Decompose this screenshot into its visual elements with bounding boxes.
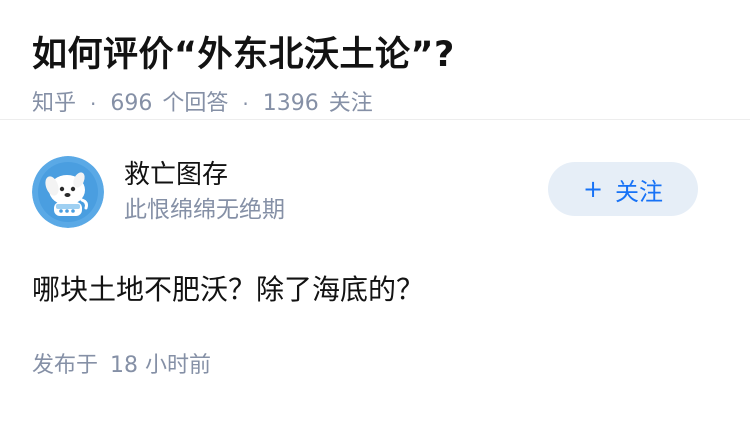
published-label: 发布于 — [32, 353, 99, 378]
answer-card: 救亡图存 此恨绵绵无绝期 + 关注 哪块土地不肥沃？除了海底的？ 发布于 18 小… — [0, 120, 750, 382]
plus-icon: + — [582, 175, 604, 203]
question-header: 如何评价“外东北沃土论”? 知乎 · 696 个回答 · 1396 关注 — [0, 0, 750, 120]
follow-button[interactable]: + 关注 — [548, 162, 698, 216]
dog-mascot-avatar-icon — [32, 156, 104, 228]
author-bio: 此恨绵绵无绝期 — [124, 197, 285, 223]
published-time: 18 小时前 — [110, 353, 212, 378]
page: 如何评价“外东北沃土论”? 知乎 · 696 个回答 · 1396 关注 救亡图… — [0, 0, 750, 438]
answer-published-time: 发布于 18 小时前 — [32, 350, 718, 382]
answer-count-label: 个回答 — [162, 91, 229, 116]
author-info: 救亡图存 此恨绵绵无绝期 — [124, 157, 285, 227]
follower-count-label: 关注 — [328, 91, 373, 116]
source-label[interactable]: 知乎 — [32, 88, 76, 120]
meta-separator: · — [90, 92, 97, 116]
question-title[interactable]: 如何评价“外东北沃土论”? — [32, 30, 718, 80]
follower-count: 1396 — [262, 91, 319, 116]
question-meta: 知乎 · 696 个回答 · 1396 关注 — [32, 88, 718, 120]
follow-button-label: 关注 — [615, 177, 664, 206]
meta-separator: · — [242, 92, 249, 116]
author-name[interactable]: 救亡图存 — [124, 157, 285, 193]
answer-content[interactable]: 哪块土地不肥沃？除了海底的？ — [32, 270, 718, 310]
answer-count: 696 — [110, 91, 153, 116]
avatar[interactable] — [32, 156, 104, 228]
